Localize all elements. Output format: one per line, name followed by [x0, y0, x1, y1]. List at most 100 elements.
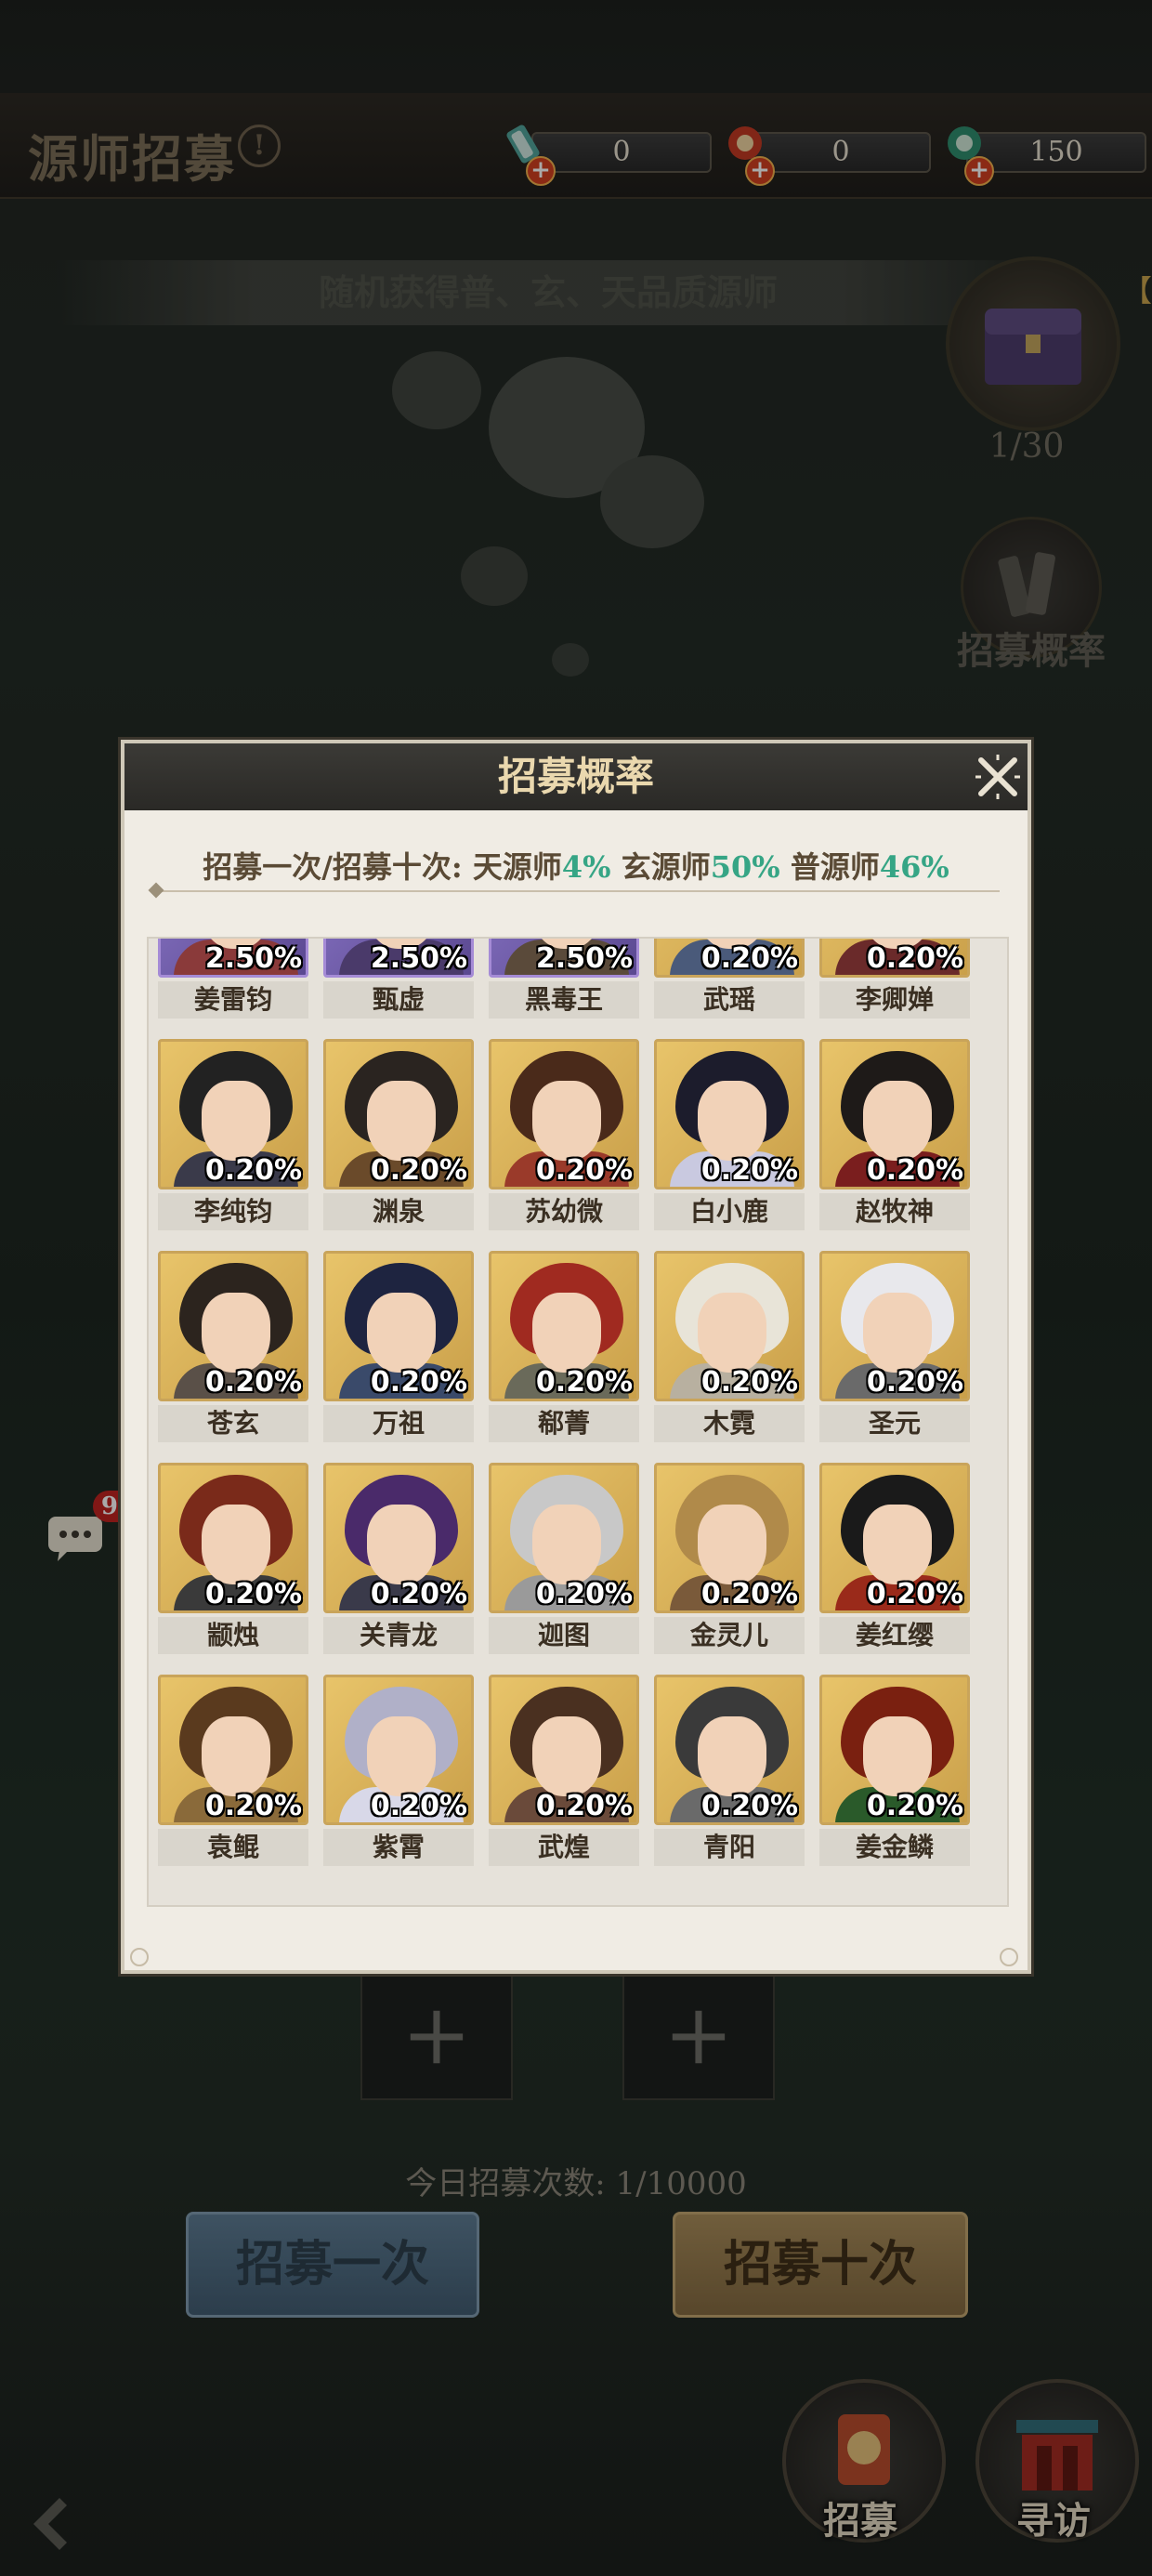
hero-portrait: 0.20%	[654, 939, 805, 978]
xuan-pct: 50%	[710, 849, 780, 885]
tian-pct: 4%	[561, 849, 611, 885]
face-shape	[202, 1081, 270, 1161]
hero-name: 武煌	[489, 1829, 639, 1866]
hero-rate: 0.20%	[204, 1154, 302, 1187]
hero-name: 姜金鳞	[819, 1829, 970, 1866]
hero-portrait: 2.50%	[323, 939, 474, 978]
hero-name: 木霓	[654, 1405, 805, 1442]
hero-rate: 0.20%	[700, 1154, 798, 1187]
hero-name: 圣元	[819, 1405, 970, 1442]
face-shape	[863, 1505, 932, 1584]
hero-rate: 0.20%	[535, 1578, 633, 1610]
hero-name: 李纯钧	[158, 1193, 308, 1230]
hero-portrait: 0.20%	[323, 1251, 474, 1401]
hero-name: 姜红缨	[819, 1617, 970, 1654]
hero-rate: 0.20%	[866, 942, 963, 975]
hero-rate: 0.20%	[370, 1154, 467, 1187]
hero-name: 黑毒王	[489, 981, 639, 1019]
hero-name: 武瑶	[654, 981, 805, 1019]
hero-rate: 0.20%	[700, 1578, 798, 1610]
hero-portrait: 0.20%	[654, 1039, 805, 1189]
divider	[152, 890, 1000, 892]
hero-name: 青阳	[654, 1829, 805, 1866]
hero-rate: 0.20%	[204, 1790, 302, 1822]
face-shape	[202, 1716, 270, 1796]
hero-rate: 2.50%	[204, 942, 302, 975]
hero-portrait: 0.20%	[158, 1463, 308, 1613]
hero-name: 渊泉	[323, 1193, 474, 1230]
face-shape	[698, 1505, 766, 1584]
tian-label: 天源师	[472, 849, 562, 885]
hero-name: 颛烛	[158, 1617, 308, 1654]
hero-rate: 0.20%	[204, 1578, 302, 1610]
hero-name: 甄虚	[323, 981, 474, 1019]
pu-pct: 46%	[879, 849, 949, 885]
face-shape	[532, 1293, 601, 1373]
face-shape	[367, 1716, 436, 1796]
face-shape	[532, 1505, 601, 1584]
hero-portrait: 2.50%	[489, 939, 639, 978]
hero-portrait: 0.20%	[489, 1463, 639, 1613]
face-shape	[698, 1081, 766, 1161]
hero-portrait: 0.20%	[323, 1675, 474, 1825]
hero-rate: 0.20%	[535, 1154, 633, 1187]
hero-portrait: 0.20%	[819, 939, 970, 978]
hero-grid[interactable]: 2.50% 姜雷钧 2.50% 甄虚 2.50% 黑毒王 0.20% 武瑶 0.20% 李卿婵 0.…	[147, 937, 1009, 1907]
xuan-label: 玄源师	[621, 849, 711, 885]
hero-rate: 0.20%	[204, 1366, 302, 1399]
corner-ornament	[1000, 1948, 1018, 1966]
hero-rate: 0.20%	[866, 1366, 963, 1399]
rates-prefix: 招募一次/招募十次:	[203, 849, 473, 885]
hero-rate: 0.20%	[370, 1366, 467, 1399]
hero-portrait: 0.20%	[323, 1039, 474, 1189]
hero-portrait: 0.20%	[489, 1039, 639, 1189]
hero-portrait: 2.50%	[158, 939, 308, 978]
hero-rate: 0.20%	[535, 1790, 633, 1822]
hero-rate: 0.20%	[370, 1578, 467, 1610]
hero-portrait: 0.20%	[323, 1463, 474, 1613]
close-icon[interactable]	[972, 751, 1024, 803]
hero-portrait: 0.20%	[489, 1251, 639, 1401]
corner-ornament	[130, 1948, 149, 1966]
face-shape	[863, 1716, 932, 1796]
hero-name: 袁鲲	[158, 1829, 308, 1866]
hero-name: 关青龙	[323, 1617, 474, 1654]
hero-portrait: 0.20%	[489, 1675, 639, 1825]
hero-name: 紫霄	[323, 1829, 474, 1866]
pu-label: 普源师	[790, 849, 880, 885]
hero-portrait: 0.20%	[158, 1675, 308, 1825]
hero-portrait: 0.20%	[654, 1251, 805, 1401]
hero-portrait: 0.20%	[819, 1463, 970, 1613]
face-shape	[532, 1716, 601, 1796]
hero-name: 姜雷钧	[158, 981, 308, 1019]
face-shape	[698, 1716, 766, 1796]
hero-rate: 0.20%	[370, 1790, 467, 1822]
hero-name: 金灵儿	[654, 1617, 805, 1654]
face-shape	[532, 1081, 601, 1161]
face-shape	[367, 1505, 436, 1584]
face-shape	[367, 1293, 436, 1373]
hero-portrait: 0.20%	[158, 1039, 308, 1189]
face-shape	[202, 1505, 270, 1584]
hero-name: 苍玄	[158, 1405, 308, 1442]
rates-summary: 招募一次/招募十次: 天源师4% 玄源师50% 普源师46%	[124, 844, 1028, 887]
hero-rate: 0.20%	[700, 942, 798, 975]
hero-rate: 0.20%	[866, 1578, 963, 1610]
modal-title: 招募概率	[497, 754, 654, 799]
game-screen: 源师招募 ! 0 + 0 + 150 + 随机获得普、玄、天品质源师 【 1/3…	[0, 0, 1152, 2576]
hero-rate: 2.50%	[535, 942, 633, 975]
face-shape	[863, 1081, 932, 1161]
hero-portrait: 0.20%	[819, 1039, 970, 1189]
hero-rate: 2.50%	[370, 942, 467, 975]
hero-portrait: 0.20%	[654, 1675, 805, 1825]
hero-name: 迦图	[489, 1617, 639, 1654]
hero-name: 赵牧神	[819, 1193, 970, 1230]
face-shape	[698, 1293, 766, 1373]
face-shape	[202, 1293, 270, 1373]
probability-modal: 招募概率 招募一次/招募十次: 天源师4% 玄源师50% 普源师46% 2.50…	[121, 740, 1031, 1974]
hero-name: 白小鹿	[654, 1193, 805, 1230]
hero-name: 李卿婵	[819, 981, 970, 1019]
hero-portrait: 0.20%	[819, 1675, 970, 1825]
hero-name: 苏幼微	[489, 1193, 639, 1230]
hero-rate: 0.20%	[535, 1366, 633, 1399]
